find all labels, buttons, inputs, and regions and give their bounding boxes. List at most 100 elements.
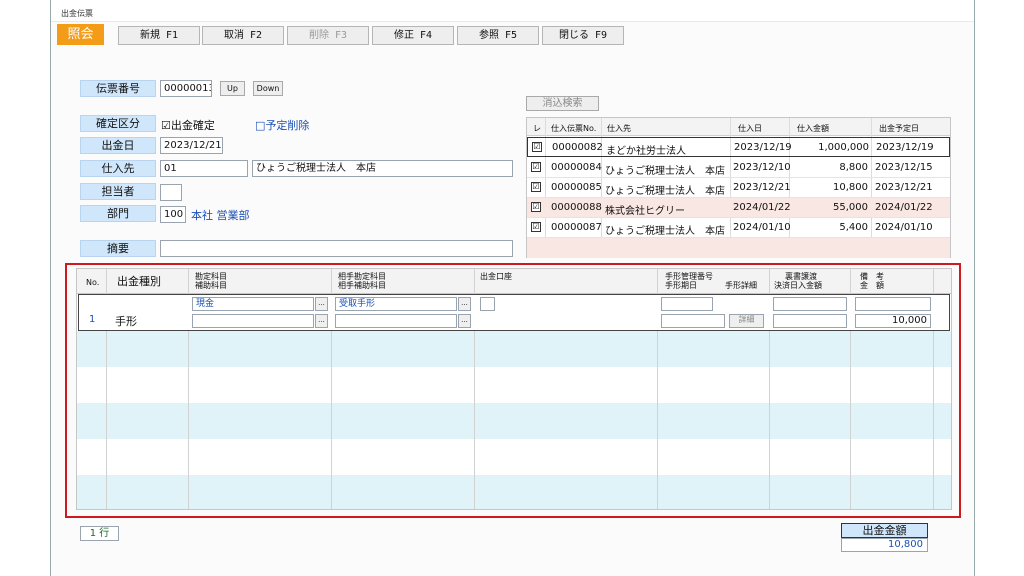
- col-bill-detail: 手形詳細: [725, 281, 757, 290]
- row-amount: 10,800: [833, 182, 868, 193]
- row-slip-no: 00000082: [552, 142, 603, 153]
- row-date: 2023/12/21: [733, 182, 791, 193]
- col-bank: 出金口座: [480, 272, 512, 281]
- row-checkbox[interactable]: ☑: [531, 162, 541, 172]
- title-bar: 出金伝票: [51, 0, 974, 22]
- erase-search-button[interactable]: 消込検索: [526, 96, 599, 111]
- row-checkbox[interactable]: ☑: [531, 222, 541, 232]
- col-slip-no: 仕入伝票No.: [551, 124, 597, 133]
- row-amount: 55,000: [833, 202, 868, 213]
- delete-button[interactable]: 削除 F3: [287, 26, 369, 45]
- bank-account-input[interactable]: [480, 297, 495, 311]
- slip-no-label: 伝票番号: [80, 80, 156, 97]
- col-amount: 金 額: [860, 281, 884, 290]
- bill-number-input[interactable]: [661, 297, 713, 311]
- bill-date-input[interactable]: [661, 314, 725, 328]
- supplier-label: 仕入先: [80, 160, 156, 177]
- window-title: 出金伝票: [61, 9, 93, 18]
- row-count: 1 行: [80, 526, 119, 541]
- col-account: 勘定科目: [195, 272, 227, 281]
- slip-window: 出金伝票 照会 新規 F1 取消 F2 削除 F3 修正 F4 参照 F5 閉じ…: [50, 0, 975, 576]
- endorse-input[interactable]: [773, 297, 847, 311]
- confirm-checkbox[interactable]: ☑出金確定: [161, 117, 215, 133]
- col-remarks: 備 考: [860, 272, 884, 281]
- planned-delete-checkbox[interactable]: □予定削除: [255, 117, 309, 133]
- memo-label: 摘要: [80, 240, 156, 257]
- row-due: 2024/01/22: [875, 202, 933, 213]
- col-check: レ: [533, 124, 541, 133]
- sub-account-input[interactable]: [192, 314, 314, 328]
- new-button[interactable]: 新規 F1: [118, 26, 200, 45]
- col-sub-account: 補助科目: [195, 281, 227, 290]
- list-item[interactable]: ☑ 00000082 まどか社労士法人 2023/12/19 1,000,000…: [527, 137, 950, 157]
- remarks-input[interactable]: [855, 297, 931, 311]
- counter-sub-input[interactable]: [335, 314, 457, 328]
- settle-amount-input[interactable]: [773, 314, 847, 328]
- row-checkbox[interactable]: ☑: [531, 202, 541, 212]
- row-due: 2024/01/10: [875, 222, 933, 233]
- col-endorse: 裏書譲渡: [785, 272, 817, 281]
- col-due: 出金予定日: [879, 124, 919, 133]
- row-slip-no: 00000085: [551, 182, 602, 193]
- row-amount: 1,000,000: [818, 142, 869, 153]
- supplier-name-field: ひょうご税理士法人 本店: [252, 160, 513, 177]
- staff-input[interactable]: [160, 184, 182, 201]
- reference-button[interactable]: 参照 F5: [457, 26, 539, 45]
- col-bill-no: 手形管理番号: [665, 272, 713, 281]
- row-slip-no: 00000087: [551, 222, 602, 233]
- row-due: 2023/12/19: [876, 142, 934, 153]
- amount-input[interactable]: 10,000: [855, 314, 931, 328]
- list-item[interactable]: ☑ 00000088 株式会社ヒグリー 2024/01/22 55,000 20…: [527, 198, 950, 218]
- dept-label: 部門: [80, 205, 156, 222]
- row-due: 2023/12/21: [875, 182, 933, 193]
- dept-code-input[interactable]: 100: [160, 206, 186, 223]
- detail-grid: No. 出金種別 勘定科目 補助科目 相手勘定科目 相手補助科目 出金口座 手形…: [76, 268, 952, 510]
- purchase-list: レ 仕入伝票No. 仕入先 仕入日 仕入金額 出金予定日 ☑ 00000082 …: [526, 117, 951, 258]
- edit-button[interactable]: 修正 F4: [372, 26, 454, 45]
- down-button[interactable]: Down: [253, 81, 283, 96]
- row-slip-no: 00000084: [551, 162, 602, 173]
- supplier-code-input[interactable]: 01: [160, 160, 248, 177]
- account-input[interactable]: 現金: [192, 297, 314, 311]
- list-item[interactable]: ☑ 00000085 ひょうご税理士法人 本店 2023/12/21 10,80…: [527, 178, 950, 198]
- bill-detail-button[interactable]: 詳細: [729, 314, 764, 328]
- row-date: 2023/12/10: [733, 162, 791, 173]
- close-button[interactable]: 閉じる F9: [542, 26, 624, 45]
- col-counter-sub: 相手補助科目: [338, 281, 386, 290]
- date-input[interactable]: 2023/12/21: [160, 137, 223, 154]
- list-item[interactable]: ☑ 00000087 ひょうご税理士法人 本店 2024/01/10 5,400…: [527, 218, 950, 238]
- col-type: 出金種別: [117, 275, 161, 288]
- row-supplier: 株式会社ヒグリー: [605, 206, 685, 217]
- row-checkbox[interactable]: ☑: [532, 142, 542, 152]
- row-supplier: まどか社労士法人: [606, 146, 686, 157]
- detail-grid-header: No. 出金種別 勘定科目 補助科目 相手勘定科目 相手補助科目 出金口座 手形…: [77, 269, 951, 294]
- table-row[interactable]: 1 手形 現金 ... ... 受取手形 ... ... 詳細 10,000: [78, 294, 950, 331]
- row-checkbox[interactable]: ☑: [531, 182, 541, 192]
- row-no: 1: [89, 314, 96, 325]
- slip-no-input[interactable]: 00000013: [160, 80, 212, 97]
- col-supplier: 仕入先: [607, 124, 631, 133]
- row-date: 2024/01/10: [733, 222, 791, 233]
- sub-account-picker-button[interactable]: ...: [315, 314, 328, 328]
- confirm-label: 確定区分: [80, 115, 156, 132]
- memo-input[interactable]: [160, 240, 513, 257]
- up-button[interactable]: Up: [220, 81, 245, 96]
- account-picker-button[interactable]: ...: [315, 297, 328, 311]
- col-date: 仕入日: [738, 124, 762, 133]
- date-label: 出金日: [80, 137, 156, 154]
- cancel-button[interactable]: 取消 F2: [202, 26, 284, 45]
- col-settle-amount: 決済日入金額: [774, 281, 822, 290]
- counter-account-input[interactable]: 受取手形: [335, 297, 457, 311]
- purchase-list-header: レ 仕入伝票No. 仕入先 仕入日 仕入金額 出金予定日: [527, 118, 950, 136]
- list-item[interactable]: ☑ 00000084 ひょうご税理士法人 本店 2023/12/10 8,800…: [527, 158, 950, 178]
- row-date: 2024/01/22: [733, 202, 791, 213]
- counter-sub-picker-button[interactable]: ...: [458, 314, 471, 328]
- list-item-empty: [527, 238, 950, 258]
- row-slip-no: 00000088: [551, 202, 602, 213]
- row-amount: 8,800: [839, 162, 868, 173]
- row-supplier: ひょうご税理士法人 本店: [605, 226, 725, 237]
- counter-account-picker-button[interactable]: ...: [458, 297, 471, 311]
- row-due: 2023/12/15: [875, 162, 933, 173]
- col-counter-account: 相手勘定科目: [338, 272, 386, 281]
- staff-label: 担当者: [80, 183, 156, 200]
